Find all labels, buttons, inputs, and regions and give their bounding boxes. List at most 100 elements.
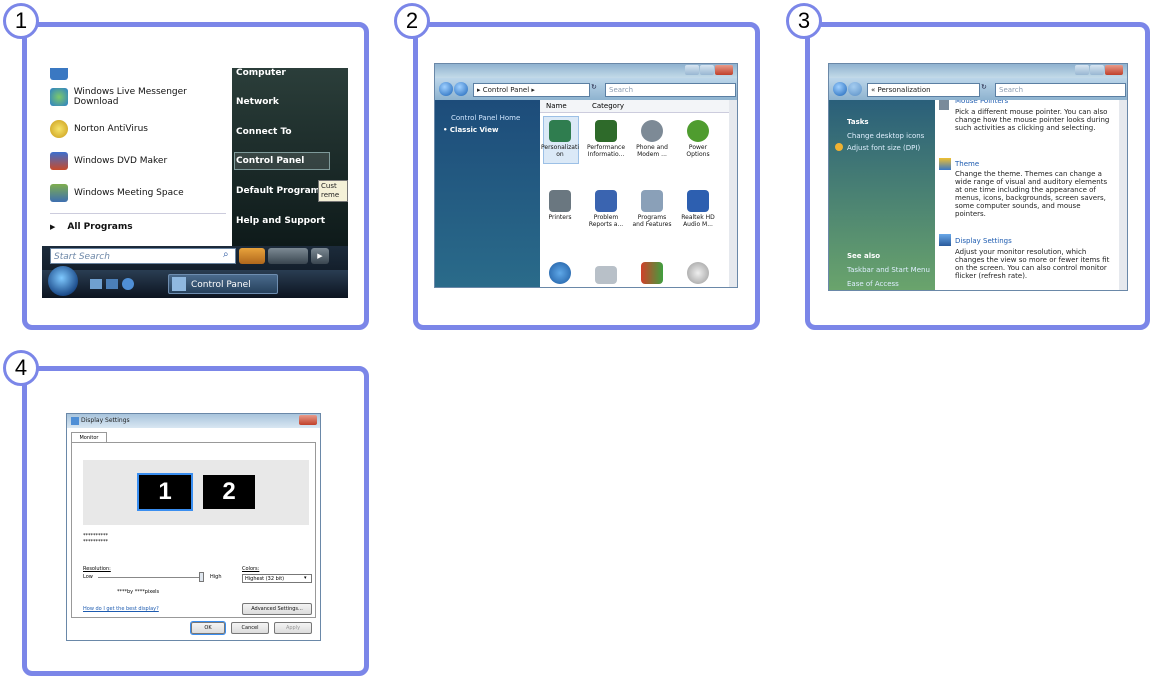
close-icon[interactable] <box>715 65 733 75</box>
colors-select[interactable]: Highest (32 bit) <box>242 574 312 583</box>
task-change-desktop-icons[interactable]: Change desktop icons <box>847 132 924 140</box>
problem-reports-label: Problem Reports a... <box>588 214 624 228</box>
theme-link[interactable]: Theme <box>955 160 979 168</box>
step-1-number: 1 <box>3 3 39 39</box>
programs-features-icon[interactable] <box>641 190 663 212</box>
breadcrumb[interactable]: ▸ Control Panel ▸ <box>473 83 590 97</box>
phone-modem-icon[interactable] <box>641 120 663 142</box>
search-icon: ⌕ <box>223 249 229 260</box>
norton-icon <box>50 120 68 138</box>
right-item-network[interactable]: Network <box>236 97 279 107</box>
program-icon <box>50 68 68 80</box>
right-item-control-panel[interactable]: Control Panel <box>236 156 304 166</box>
resolution-slider-thumb[interactable] <box>199 572 204 582</box>
globe-icon[interactable] <box>549 262 571 284</box>
cancel-button[interactable]: Cancel <box>231 622 269 634</box>
monitor-1[interactable]: 1 <box>137 473 193 511</box>
mouse-pointers-link[interactable]: Mouse Pointers <box>955 100 1008 105</box>
minimize-icon[interactable] <box>1075 65 1089 75</box>
scanner-icon[interactable] <box>595 266 617 284</box>
see-also-ease-of-access[interactable]: Ease of Access <box>847 280 899 288</box>
realtek-audio-icon[interactable] <box>687 190 709 212</box>
maximize-icon[interactable] <box>1090 65 1104 75</box>
internet-explorer-icon[interactable] <box>122 278 134 290</box>
power-button[interactable] <box>239 248 265 264</box>
low-label: Low <box>83 574 93 580</box>
forward-icon[interactable] <box>454 82 468 96</box>
ok-button[interactable]: OK <box>190 621 226 635</box>
meeting-space-icon <box>50 184 68 202</box>
back-icon[interactable] <box>833 82 847 96</box>
help-link[interactable]: How do I get the best display? <box>83 606 159 612</box>
forward-icon[interactable] <box>848 82 862 96</box>
program-item-dvd-maker[interactable]: Windows DVD Maker <box>50 150 167 172</box>
sidebar-item-home[interactable]: Control Panel Home <box>451 114 520 122</box>
column-category[interactable]: Category <box>592 102 624 110</box>
monitor-2[interactable]: 2 <box>203 475 255 509</box>
apply-button[interactable]: Apply <box>274 622 312 634</box>
phone-modem-label: Phone and Modem ... <box>636 144 668 158</box>
right-item-computer[interactable]: Computer <box>236 68 286 78</box>
close-icon[interactable] <box>299 415 317 425</box>
monitor-info-line-2: ********** <box>83 539 108 545</box>
display-settings-desc: Adjust your monitor resolution, which ch… <box>955 248 1110 280</box>
mouse-pointer-icon <box>939 100 949 110</box>
program-label: Windows Live Messenger Download <box>73 87 187 107</box>
printers-icon[interactable] <box>549 190 571 212</box>
address-bar: ▸ Control Panel ▸ ↻ Search <box>435 78 737 100</box>
power-options-icon[interactable] <box>687 120 709 142</box>
show-desktop-icon[interactable] <box>90 279 102 289</box>
search-input[interactable]: Search <box>995 83 1126 97</box>
breadcrumb[interactable]: « Personalization <box>867 83 980 97</box>
personalization-icon[interactable] <box>549 120 571 142</box>
program-item-messenger[interactable]: Windows Live Messenger Download <box>50 86 232 108</box>
security-center-icon[interactable] <box>641 262 663 284</box>
program-item-meeting-space[interactable]: Windows Meeting Space <box>50 182 184 204</box>
see-also-taskbar[interactable]: Taskbar and Start Menu <box>847 266 930 274</box>
program-label: Windows Meeting Space <box>74 188 184 198</box>
shutdown-options-arrow-icon[interactable]: ▶ <box>311 248 329 264</box>
display-settings-icon <box>939 234 951 246</box>
display-settings-link[interactable]: Display Settings <box>955 237 1012 245</box>
performance-icon[interactable] <box>595 120 617 142</box>
back-icon[interactable] <box>439 82 453 96</box>
resolution-value: ****by ****pixels <box>117 589 160 595</box>
minimize-icon[interactable] <box>685 65 699 75</box>
maximize-icon[interactable] <box>700 65 714 75</box>
refresh-icon[interactable]: ↻ <box>981 83 991 95</box>
search-input[interactable]: Search <box>605 83 736 97</box>
control-panel-screenshot: ▸ Control Panel ▸ ↻ Search Control Panel… <box>434 63 738 288</box>
printers-label: Printers <box>548 214 572 221</box>
window-controls <box>1075 65 1123 75</box>
start-menu-programs: Windows Live Messenger Download Norton A… <box>42 68 232 246</box>
program-item-partial[interactable] <box>50 68 74 82</box>
sound-icon[interactable] <box>687 262 709 284</box>
problem-reports-icon[interactable] <box>595 190 617 212</box>
address-bar: « Personalization ↻ Search <box>829 78 1127 100</box>
monitor-arrangement-area <box>83 460 309 525</box>
close-icon[interactable] <box>1105 65 1123 75</box>
scrollbar[interactable] <box>729 100 737 287</box>
program-label: Windows DVD Maker <box>74 156 168 166</box>
scrollbar[interactable] <box>1119 100 1127 290</box>
sidebar-item-classic-view[interactable]: • Classic View <box>443 126 498 134</box>
right-item-default-programs[interactable]: Default Programs <box>236 186 325 196</box>
sidebar-item-label: Classic View <box>449 126 499 134</box>
start-menu-right-pane: Computer Network Connect To Control Pane… <box>232 68 348 246</box>
resolution-slider-track[interactable] <box>98 577 204 578</box>
windows-start-orb-icon[interactable] <box>48 266 78 296</box>
program-item-norton[interactable]: Norton AntiVirus <box>50 118 148 140</box>
lock-button[interactable] <box>268 248 308 264</box>
task-adjust-font-size[interactable]: Adjust font size (DPI) <box>847 144 920 152</box>
right-item-connect-to[interactable]: Connect To <box>236 127 292 137</box>
start-search-input[interactable]: Start Search <box>50 248 236 264</box>
right-item-help-support[interactable]: Help and Support <box>236 216 325 226</box>
all-programs-label: All Programs <box>67 222 133 232</box>
all-programs-button[interactable]: ▶ All Programs <box>50 216 133 238</box>
refresh-icon[interactable]: ↻ <box>591 83 601 95</box>
dvd-maker-icon <box>50 152 68 170</box>
advanced-settings-button[interactable]: Advanced Settings... <box>242 603 312 615</box>
switch-windows-icon[interactable] <box>106 279 118 289</box>
tasks-pane: Tasks Change desktop icons Adjust font s… <box>829 100 935 290</box>
column-name[interactable]: Name <box>546 102 567 110</box>
